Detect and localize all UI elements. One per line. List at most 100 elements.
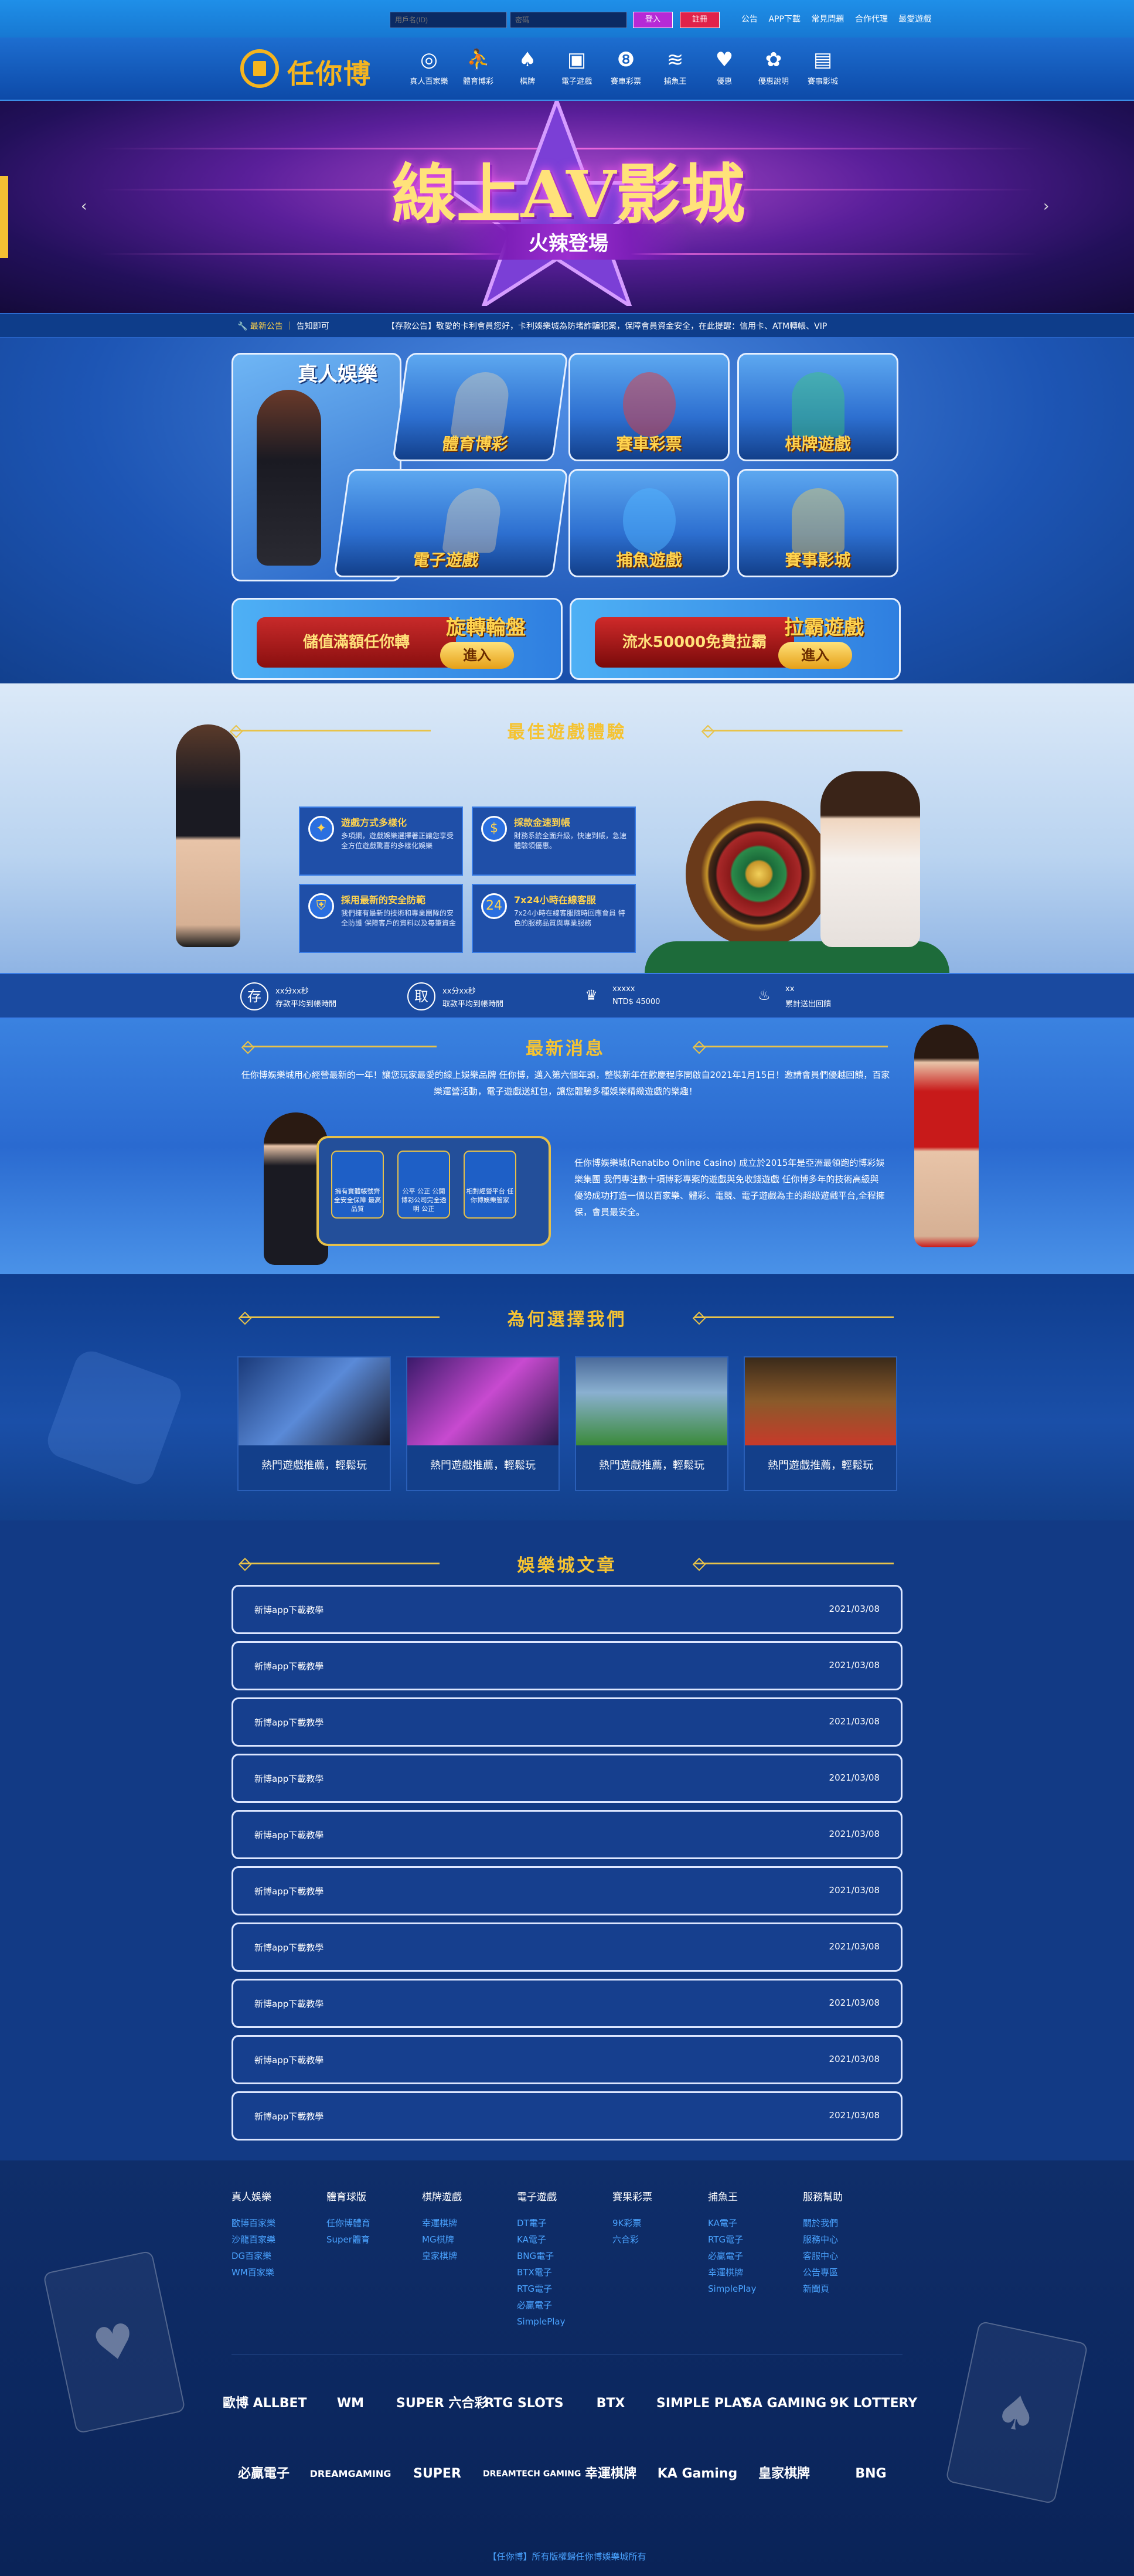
- footer-link[interactable]: 客服中心: [803, 2248, 843, 2264]
- section-title: 娛樂城文章: [517, 1556, 617, 1576]
- announcement-marquee[interactable]: 【存款公告】敬愛的卡利會員您好，卡利娛樂城為防堵詐騙犯案，保障會員資金安全，在此…: [387, 320, 827, 332]
- footer-link[interactable]: BNG電子: [517, 2248, 566, 2264]
- footer-link[interactable]: 必贏電子: [517, 2297, 566, 2313]
- footer-column-title: 真人娛樂: [231, 2192, 271, 2203]
- top-link-favorite-games[interactable]: 最愛遊戲: [898, 15, 931, 24]
- footer-link[interactable]: RTG電子: [517, 2281, 566, 2297]
- footer-link[interactable]: 必贏電子: [708, 2248, 757, 2264]
- nav-item-match-cinema[interactable]: ▤ 賽事影城: [798, 46, 847, 95]
- article-row[interactable]: 新博app下載教學 2021/03/08: [231, 1810, 903, 1859]
- feature-desc: 我們擁有最新的技術和專業團隊的安全防護 保障客戶的資料以及每筆資金: [341, 909, 456, 927]
- footer-link[interactable]: 沙龍百家樂: [231, 2231, 275, 2248]
- nav-item-lottery[interactable]: ❽ 賽車彩票: [601, 46, 651, 95]
- login-button[interactable]: 登入: [633, 12, 673, 28]
- site-footer: ♥ ♠ 真人娛樂 歐博百家樂 沙龍百家樂 DG百家樂 WM百家樂 體育球版 任你…: [0, 2160, 1134, 2576]
- footer-link[interactable]: SimplePlay: [517, 2313, 566, 2330]
- article-row[interactable]: 新博app下載教學 2021/03/08: [231, 1922, 903, 1972]
- nav-item-label: 賽事影城: [807, 77, 838, 86]
- recommend-card[interactable]: 熱門遊戲推薦，輕鬆玩: [237, 1356, 391, 1491]
- article-row[interactable]: 新博app下載教學 2021/03/08: [231, 1641, 903, 1690]
- side-tab[interactable]: [0, 176, 8, 258]
- nav-item-slots[interactable]: ▣ 電子遊戲: [552, 46, 601, 95]
- game-tile-lottery[interactable]: 賽車彩票: [568, 353, 730, 461]
- article-row[interactable]: 新博app下載教學 2021/03/08: [231, 1754, 903, 1803]
- feature-desc: 財務系統全面升級，快速到帳，急速體驗領優惠。: [514, 832, 627, 850]
- top-bar: 登入 註冊 公告 APP下載 常見問題 合作代理 最愛遊戲: [0, 0, 1134, 38]
- register-button[interactable]: 註冊: [680, 12, 720, 28]
- tile-figure: [449, 372, 512, 437]
- footer-link[interactable]: 9K彩票: [612, 2215, 652, 2231]
- stat-label: NTD$ 45000: [612, 998, 660, 1006]
- nav-item-sports[interactable]: ⛹ 體育博彩: [454, 46, 503, 95]
- game-tile-sports[interactable]: 體育博彩: [392, 353, 568, 461]
- footer-link[interactable]: KA電子: [708, 2215, 757, 2231]
- password-input[interactable]: [510, 12, 627, 28]
- game-tile-match-cinema[interactable]: 賽事影城: [737, 469, 898, 577]
- trophy-icon: ♛: [585, 987, 598, 1003]
- nav-item-fishing[interactable]: ≋ 捕魚王: [651, 46, 700, 95]
- section-title: 最新消息: [526, 1039, 605, 1059]
- game-tile-slots[interactable]: 電子遊戲: [333, 469, 568, 577]
- footer-link[interactable]: 六合彩: [612, 2231, 652, 2248]
- username-input[interactable]: [390, 12, 507, 28]
- promo-wheel-enter-button[interactable]: 進入: [440, 642, 514, 669]
- trust-badge: 公平 公正 公開 博彩公司完全透明 公正: [397, 1151, 450, 1219]
- footer-link[interactable]: DT電子: [517, 2215, 566, 2231]
- article-row[interactable]: 新博app下載教學 2021/03/08: [231, 1585, 903, 1634]
- article-row[interactable]: 新博app下載教學 2021/03/08: [231, 1866, 903, 1915]
- title-divider: [240, 1563, 440, 1564]
- footer-link[interactable]: 幸運棋牌: [708, 2264, 757, 2281]
- footer-link[interactable]: 公告專區: [803, 2264, 843, 2281]
- footer-column: 捕魚王 KA電子 RTG電子 必贏電子 幸運棋牌 SimplePlay: [708, 2189, 757, 2297]
- footer-link[interactable]: 皇家棋牌: [422, 2248, 462, 2264]
- footer-link[interactable]: 關於我們: [803, 2215, 843, 2231]
- footer-link[interactable]: Super體育: [326, 2231, 370, 2248]
- footer-link[interactable]: 新聞頁: [803, 2281, 843, 2297]
- about-casino-text: 任你博娛樂城(Renatibo Online Casino) 成立於2015年是…: [574, 1158, 885, 1217]
- hero-banner[interactable]: 線上AV影城 火辣登場 ‹ ›: [0, 101, 1134, 313]
- footer-link[interactable]: KA電子: [517, 2231, 566, 2248]
- top-link-announcement[interactable]: 公告: [741, 15, 758, 24]
- top-link-faq[interactable]: 常見問題: [811, 15, 844, 24]
- recommend-card[interactable]: 熱門遊戲推薦，輕鬆玩: [406, 1356, 560, 1491]
- nav-item-promotions[interactable]: ♥ 優惠: [700, 46, 749, 95]
- footer-link[interactable]: SimplePlay: [708, 2281, 757, 2297]
- top-link-affiliate[interactable]: 合作代理: [855, 15, 888, 24]
- runner-icon: ⛹: [466, 48, 492, 72]
- footer-link[interactable]: 服務中心: [803, 2231, 843, 2248]
- article-row[interactable]: 新博app下載教學 2021/03/08: [231, 2091, 903, 2141]
- article-row[interactable]: 新博app下載教學 2021/03/08: [231, 1697, 903, 1747]
- footer-link[interactable]: 幸運棋牌: [422, 2215, 462, 2231]
- recommend-card-image: [576, 1357, 727, 1445]
- recommend-card[interactable]: 熱門遊戲推薦，輕鬆玩: [575, 1356, 728, 1491]
- game-tile-fishing[interactable]: 捕魚遊戲: [568, 469, 730, 577]
- nav-item-chess-cards[interactable]: ♠ 棋牌: [503, 46, 552, 95]
- article-row[interactable]: 新博app下載教學 2021/03/08: [231, 1979, 903, 2028]
- nav-item-promo-info[interactable]: ✿ 優惠說明: [749, 46, 798, 95]
- banner-next-arrow-icon[interactable]: ›: [1043, 198, 1049, 215]
- brand-logo[interactable]: 任你博: [240, 47, 393, 90]
- article-row[interactable]: 新博app下載教學 2021/03/08: [231, 2035, 903, 2084]
- promo-slot-card[interactable]: 流水50000免費拉霸 拉霸遊戲 進入: [570, 598, 901, 680]
- footer-link[interactable]: 任你博體育: [326, 2215, 370, 2231]
- banner-prev-arrow-icon[interactable]: ‹: [81, 198, 87, 215]
- footer-link[interactable]: DG百家樂: [231, 2248, 275, 2264]
- promo-slot-enter-button[interactable]: 進入: [778, 642, 852, 669]
- nav-item-live-baccarat[interactable]: ◎ 真人百家樂: [404, 46, 454, 95]
- article-title: 新博app下載教學: [254, 2055, 324, 2065]
- recommend-card[interactable]: 熱門遊戲推薦，輕鬆玩: [744, 1356, 897, 1491]
- footer-link[interactable]: 歐博百家樂: [231, 2215, 275, 2231]
- title-divider: [694, 1563, 894, 1564]
- nav-item-label: 真人百家樂: [410, 77, 448, 86]
- footer-column-title: 捕魚王: [708, 2192, 738, 2203]
- promo-wheel-card[interactable]: 儲值滿額任你轉 旋轉輪盤 進入: [231, 598, 563, 680]
- section-title: 最佳遊戲體驗: [507, 722, 627, 743]
- footer-link[interactable]: WM百家樂: [231, 2264, 275, 2281]
- stat-jackpot: ♛ xxxxx NTD$ 45000: [577, 979, 730, 1014]
- provider-logo: 皇家棋牌: [758, 2466, 810, 2481]
- top-link-app-download[interactable]: APP下載: [768, 15, 800, 24]
- footer-link[interactable]: RTG電子: [708, 2231, 757, 2248]
- game-tile-chess-cards[interactable]: 棋牌遊戲: [737, 353, 898, 461]
- footer-link[interactable]: MG棋牌: [422, 2231, 462, 2248]
- footer-link[interactable]: BTX電子: [517, 2264, 566, 2281]
